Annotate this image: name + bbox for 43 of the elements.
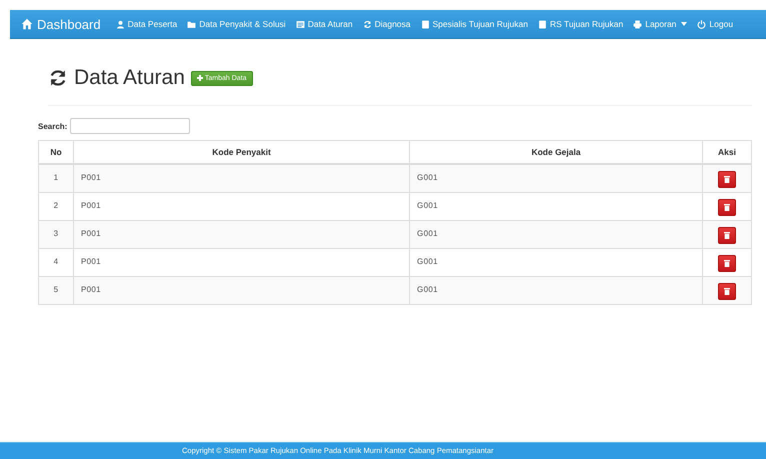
search-label: Search: <box>38 122 68 130</box>
delete-button[interactable] <box>718 255 736 272</box>
refresh-icon <box>48 68 68 88</box>
table-cell: 5 <box>38 276 74 304</box>
nav-link[interactable]: Data Penyakit & Solusi <box>182 10 291 38</box>
folder-icon <box>187 20 196 28</box>
page-title: Data Aturan <box>74 66 185 90</box>
trash-icon <box>724 176 730 183</box>
home-icon <box>21 18 33 30</box>
table-cell: G001 <box>410 276 702 304</box>
delete-button[interactable] <box>718 227 736 244</box>
table-cell: P001 <box>74 276 410 304</box>
printer-icon <box>633 20 642 28</box>
nav-link[interactable]: Spesialis Tujuan Rujukan <box>416 10 533 38</box>
book-icon <box>538 20 547 28</box>
nav-link[interactable]: RS Tujuan Rujukan <box>532 10 628 38</box>
table-cell: P001 <box>74 220 410 248</box>
search-field[interactable] <box>70 118 190 134</box>
nav-link[interactable]: Data Aturan <box>290 10 358 38</box>
refresh-icon <box>362 20 372 28</box>
nav-link[interactable]: Logou <box>692 10 738 38</box>
nav-link[interactable]: Data Peserta <box>110 10 182 38</box>
nav-link[interactable]: Diagnosa <box>358 10 416 38</box>
user-icon <box>116 20 125 28</box>
delete-button[interactable] <box>718 283 736 300</box>
delete-button[interactable] <box>718 171 736 188</box>
caret-icon <box>681 22 688 26</box>
trash-icon <box>724 288 730 295</box>
table-cell: 1 <box>38 164 74 192</box>
table-cell: G001 <box>410 164 702 192</box>
table-cell: G001 <box>410 220 702 248</box>
power-icon <box>697 20 706 28</box>
delete-button[interactable] <box>718 199 736 216</box>
nav-link[interactable]: Laporan <box>628 10 692 38</box>
plus-icon <box>196 75 203 81</box>
table-cell: P001 <box>74 164 410 192</box>
trash-icon <box>724 260 730 267</box>
dashboard-link[interactable]: Dashboard <box>10 10 111 38</box>
book-icon <box>420 20 430 28</box>
trash-icon <box>724 204 730 211</box>
trash-icon <box>724 232 730 239</box>
list-icon <box>296 20 305 28</box>
table-cell: 3 <box>38 220 74 248</box>
